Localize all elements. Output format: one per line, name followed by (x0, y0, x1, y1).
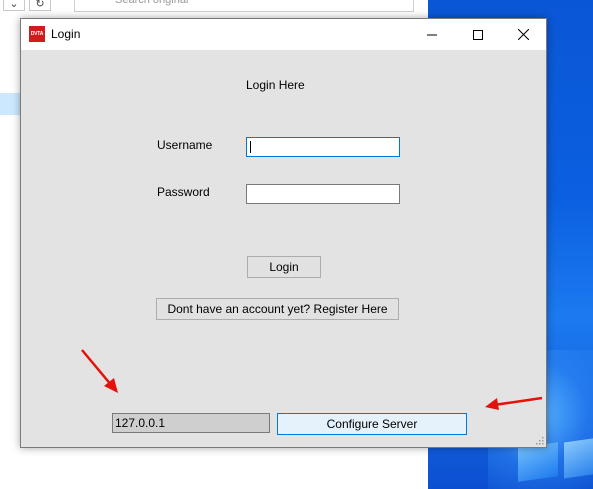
chevron-down-icon[interactable]: ⌄ (3, 0, 25, 11)
refresh-icon[interactable]: ↻ (29, 0, 51, 11)
server-ip-field: 127.0.0.1 (112, 413, 270, 433)
window-title: Login (51, 27, 81, 41)
maximize-button[interactable] (455, 19, 501, 50)
background-toolbar: ⌄ ↻ Search original (0, 0, 428, 16)
annotation-arrow-icon (485, 396, 543, 410)
background-selected-item (0, 93, 20, 115)
wallpaper-window-pane (564, 437, 593, 479)
password-input[interactable] (246, 184, 400, 204)
login-button[interactable]: Login (247, 256, 321, 278)
background-search-input[interactable]: Search original (74, 0, 414, 12)
maximize-icon (473, 29, 483, 40)
close-icon (517, 29, 529, 40)
annotation-arrow-icon (81, 349, 118, 393)
close-button[interactable] (500, 19, 546, 50)
minimize-icon (427, 34, 437, 35)
wallpaper-window-pane (518, 442, 558, 482)
configure-server-button[interactable]: Configure Server (277, 413, 467, 435)
background-nav-buttons: ⌄ ↻ (3, 0, 59, 12)
text-caret (250, 141, 251, 153)
app-icon: DVTA (29, 26, 45, 42)
title-bar[interactable]: DVTA Login (21, 19, 546, 50)
resize-grip-icon[interactable] (534, 435, 544, 445)
register-button[interactable]: Dont have an account yet? Register Here (156, 298, 399, 320)
password-label: Password (157, 185, 210, 199)
username-input[interactable] (246, 137, 400, 157)
login-heading: Login Here (246, 78, 305, 92)
minimize-button[interactable] (409, 19, 455, 50)
username-label: Username (157, 138, 213, 152)
